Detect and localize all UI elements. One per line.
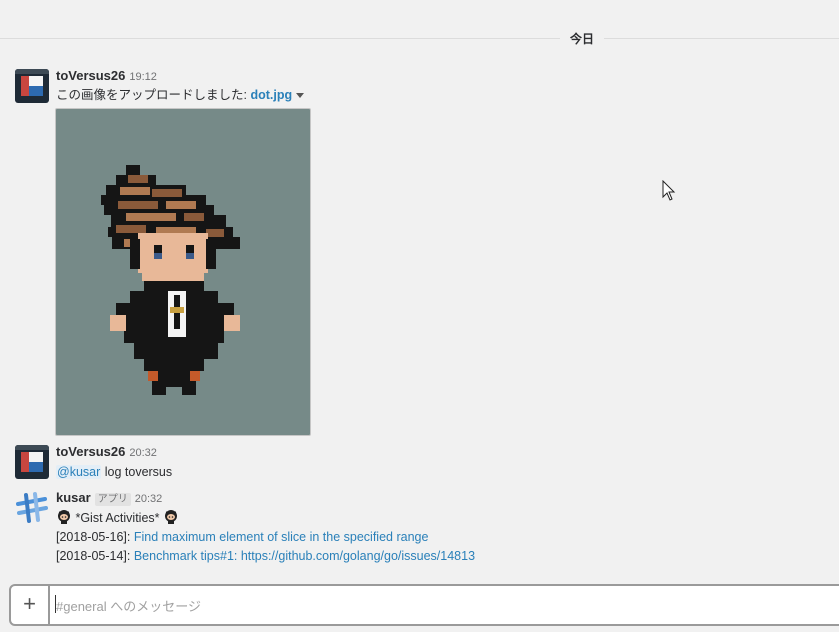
octocat-icon	[163, 509, 179, 525]
timestamp[interactable]: 19:12	[129, 71, 157, 83]
slack-hash-icon[interactable]	[15, 491, 49, 525]
uploaded-image[interactable]	[55, 108, 311, 436]
file-link[interactable]: dot.jpg	[250, 88, 292, 102]
gist-link[interactable]: Benchmark tips#1:	[134, 549, 241, 563]
message-composer[interactable]: + #general へのメッセージ	[9, 584, 839, 626]
avatar-icon[interactable]	[15, 445, 49, 479]
gist-entry: [2018-05-16]: Find maximum element of sl…	[56, 528, 475, 547]
upload-text: この画像をアップロードしました:	[56, 88, 251, 102]
gist-title: *Gist Activities*	[72, 511, 163, 525]
add-attachment-button[interactable]: +	[11, 586, 50, 624]
author-name[interactable]: toVersus26	[56, 68, 125, 83]
message-text: log toversus	[101, 465, 173, 479]
entry-date: [2018-05-16]:	[56, 530, 134, 544]
timestamp[interactable]: 20:32	[129, 447, 157, 459]
day-divider-label: 今日	[560, 30, 605, 47]
avatar-icon[interactable]	[15, 69, 49, 103]
day-divider-line	[0, 38, 839, 39]
app-badge: アプリ	[94, 493, 131, 506]
entry-date: [2018-05-14]:	[56, 549, 134, 563]
author-name[interactable]: kusar	[56, 490, 91, 505]
octocat-icon	[56, 509, 72, 525]
gist-link[interactable]: Find maximum element of slice in the spe…	[134, 530, 429, 544]
user-mention[interactable]: @kusar	[56, 465, 102, 479]
author-name[interactable]: toVersus26	[56, 444, 125, 459]
gist-entry: [2018-05-14]: Benchmark tips#1: https://…	[56, 547, 475, 566]
issue-url-link[interactable]: https://github.com/golang/go/issues/1481…	[241, 549, 475, 563]
timestamp[interactable]: 20:32	[135, 493, 163, 505]
pixel-character-image	[101, 165, 240, 395]
message-input-placeholder[interactable]: #general へのメッセージ	[56, 596, 201, 615]
caret-down-icon[interactable]	[296, 93, 305, 99]
mouse-pointer-icon	[662, 179, 676, 207]
